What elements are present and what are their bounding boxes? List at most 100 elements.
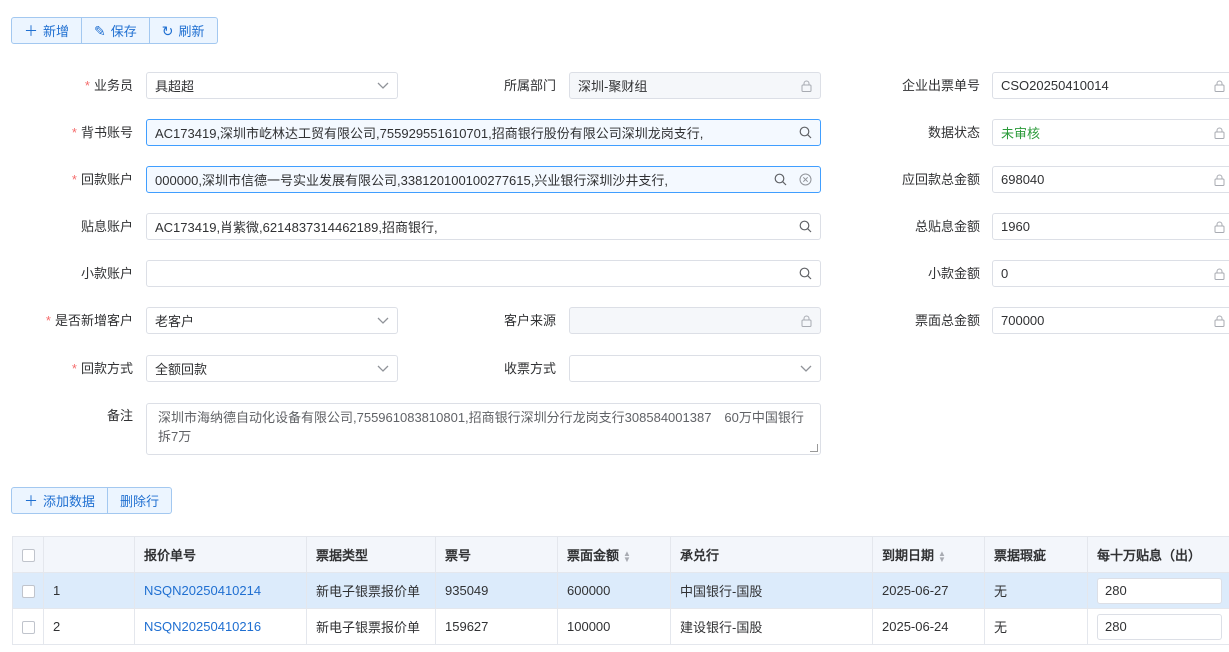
add-row-button[interactable]: ＋ 添加数据 [11,487,109,514]
row-bill-no: 159627 [435,608,558,645]
header-flaw: 票据瑕疵 [984,536,1088,573]
header-quote-no: 报价单号 [134,536,307,573]
refresh-icon: ↻ [161,22,174,39]
save-button-label: 保存 [110,24,137,39]
search-icon[interactable] [774,173,787,186]
new-customer-label: * 是否新增客户 [45,313,133,328]
index-header [43,536,135,573]
customer-source-field [569,307,821,334]
bill-table: 报价单号 票据类型 票号 票面金额 ▲ ▼ 承兑行 到期日期 ▲ ▼ 票据瑕疵 每十万贴… [12,536,1229,645]
new-customer-value: 老客户 [155,314,195,329]
lock-icon [1214,315,1225,327]
endorse-value: AC173419,深圳市屹林达工贸有限公司,755929551610701,招商… [155,126,704,141]
row-checkbox[interactable] [12,572,44,609]
return-total-field: 698040 [992,166,1229,193]
sort-icon[interactable]: ▲ ▼ [938,549,946,563]
lock-icon [1214,80,1225,92]
table-header-row: 报价单号 票据类型 票号 票面金额 ▲ ▼ 承兑行 到期日期 ▲ ▼ 票据瑕疵 每十万贴… [12,536,1229,573]
delete-row-label: 删除行 [120,494,160,509]
face-total-label: 票面总金额 [914,313,980,328]
sort-icon[interactable]: ▲ ▼ [623,549,631,563]
discount-input[interactable]: 280 [1097,613,1222,640]
row-discount[interactable]: 280 [1087,608,1229,645]
endorse-account-input[interactable]: AC173419,深圳市屹林达工贸有限公司,755929551610701,招商… [146,119,821,146]
small-account-label: 小款账户 [80,266,133,281]
row-quote-no[interactable]: NSQN20250410214 [134,572,307,609]
row-bank: 中国银行-国股 [670,572,873,609]
salesman-select[interactable]: 具超超 [146,72,398,99]
chevron-down-icon [377,317,389,325]
dept-field: 深圳-聚财组 [569,72,821,99]
customer-source-label: 客户来源 [503,313,556,328]
header-due[interactable]: 到期日期 ▲ ▼ [872,536,985,573]
row-index: 1 [43,572,135,609]
small-amount-field: 0 [992,260,1229,287]
header-bank: 承兑行 [670,536,873,573]
remark-label: 备注 [106,408,133,423]
receive-mode-select[interactable] [569,355,821,382]
return-account-label: * 回款账户 [71,172,133,187]
row-bill-no: 935049 [435,572,558,609]
discount-account-value: AC173419,肖紫微,6214837314462189,招商银行, [155,220,438,235]
discount-input[interactable]: 280 [1097,577,1222,604]
order-no-label: 企业出票单号 [901,78,980,93]
face-total-value: 700000 [1001,313,1045,328]
quote-no-link[interactable]: NSQN20250410214 [144,583,261,598]
search-icon[interactable] [799,220,812,233]
row-amount: 600000 [557,572,671,609]
new-customer-select[interactable]: 老客户 [146,307,398,334]
dept-label: 所属部门 [503,78,556,93]
delete-row-button[interactable]: 删除行 [108,487,173,514]
plus-icon: ＋ [24,22,38,39]
small-account-input[interactable] [146,260,821,287]
search-icon[interactable] [799,267,812,280]
table-toolbar: ＋ 添加数据 删除行 [11,487,173,514]
row-amount: 100000 [557,608,671,645]
discount-total-field: 1960 [992,213,1229,240]
plus-icon: ＋ [24,492,38,509]
return-account-value: 000000,深圳市信德一号实业发展有限公司,33812010010027761… [155,173,668,188]
return-mode-value: 全额回款 [155,362,208,377]
clear-icon[interactable] [799,173,812,186]
lock-icon [1214,268,1225,280]
order-no-field: CSO20250410014 [992,72,1229,99]
discount-account-input[interactable]: AC173419,肖紫微,6214837314462189,招商银行, [146,213,821,240]
lock-icon [1214,174,1225,186]
row-checkbox[interactable] [12,608,44,645]
row-quote-no[interactable]: NSQN20250410216 [134,608,307,645]
save-button[interactable]: ✎ 保存 [82,17,150,44]
search-icon[interactable] [799,126,812,139]
lock-icon [1214,221,1225,233]
row-bank: 建设银行-国股 [670,608,873,645]
return-account-input[interactable]: 000000,深圳市信德一号实业发展有限公司,33812010010027761… [146,166,821,193]
table-row[interactable]: 2 NSQN20250410216 新电子银票报价单 159627 100000… [12,608,1229,645]
receive-mode-label: 收票方式 [503,361,556,376]
table-row[interactable]: 1 NSQN20250410214 新电子银票报价单 935049 600000… [12,572,1229,609]
quote-no-link[interactable]: NSQN20250410216 [144,619,261,634]
add-button[interactable]: ＋ 新增 [11,17,83,44]
data-status-field: 未审核 [992,119,1229,146]
small-amount-label: 小款金额 [927,266,980,281]
lock-icon [801,80,812,92]
refresh-button[interactable]: ↻ 刷新 [149,17,218,44]
discount-total-value: 1960 [1001,219,1030,234]
discount-account-label: 贴息账户 [80,219,133,234]
discount-total-label: 总贴息金额 [914,219,980,234]
add-row-label: 添加数据 [43,494,96,509]
row-discount[interactable]: 280 [1087,572,1229,609]
chevron-down-icon [377,365,389,373]
resize-handle-icon[interactable] [810,444,818,452]
remark-textarea[interactable]: 深圳市海纳德自动化设备有限公司,755961083810801,招商银行深圳分行… [146,403,821,455]
data-status-label: 数据状态 [927,125,980,140]
header-type: 票据类型 [306,536,436,573]
return-mode-select[interactable]: 全额回款 [146,355,398,382]
lock-icon [801,315,812,327]
chevron-down-icon [800,365,812,373]
return-total-label: 应回款总金额 [901,172,980,187]
header-amount[interactable]: 票面金额 ▲ ▼ [557,536,671,573]
return-mode-label: * 回款方式 [71,361,133,376]
row-due: 2025-06-24 [872,608,985,645]
face-total-field: 700000 [992,307,1229,334]
select-all-checkbox[interactable] [12,536,44,573]
add-button-label: 新增 [43,24,70,39]
